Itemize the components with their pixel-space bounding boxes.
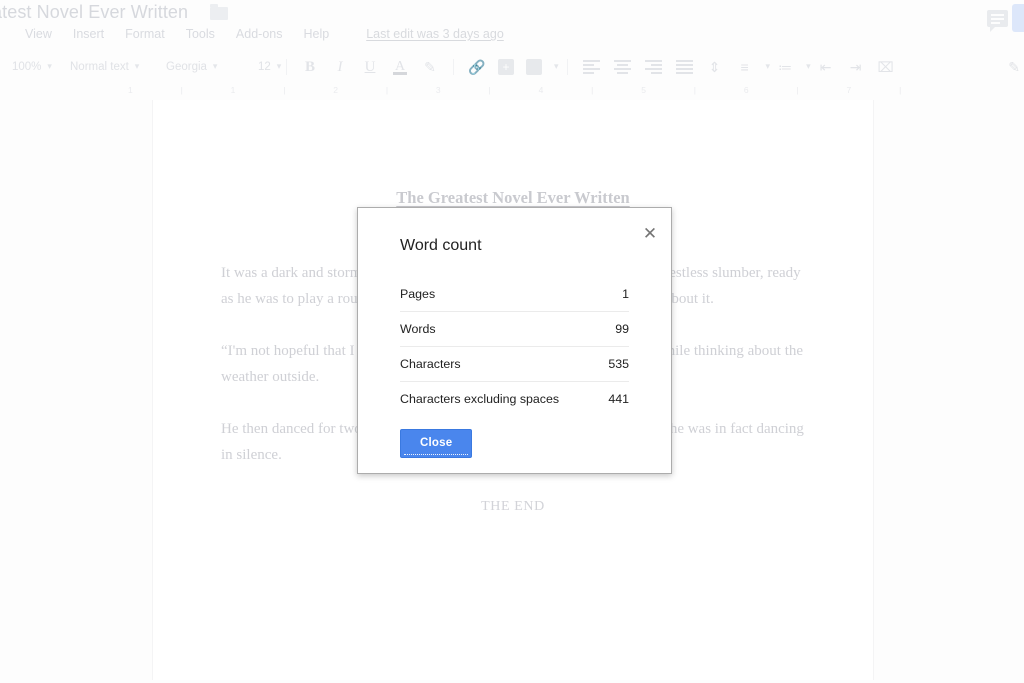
dialog-title: Word count: [400, 237, 482, 254]
close-icon[interactable]: ✕: [640, 224, 660, 244]
close-button[interactable]: Close: [400, 429, 473, 458]
menu-item-help[interactable]: Help: [301, 27, 331, 41]
increase-indent-icon[interactable]: ⇥: [847, 58, 865, 76]
ruler-mark: 5: [641, 85, 649, 95]
toolbar: 100% ▾ Normal text ▾ Georgia ▾ 12 ▾ B I U A …: [0, 53, 1024, 81]
menu-item-addons[interactable]: Add-ons: [234, 27, 285, 41]
document-end-text: THE END: [481, 499, 545, 514]
title-bar: atest Novel Ever Written View Insert For…: [0, 0, 1024, 48]
insert-image-icon[interactable]: [526, 59, 542, 75]
line-spacing-icon[interactable]: ⇕: [706, 58, 724, 76]
menu-item-insert[interactable]: Insert: [71, 27, 106, 41]
row-value-pages: 1: [622, 287, 629, 301]
table-row: Characters 535: [400, 346, 629, 382]
share-button[interactable]: [1012, 4, 1024, 32]
table-row: Pages 1: [400, 277, 629, 312]
numbered-list-icon[interactable]: ≡: [736, 58, 754, 76]
row-label-pages: Pages: [400, 287, 436, 301]
ruler-mark: 1: [230, 85, 238, 95]
last-edit-link[interactable]: Last edit was 3 days ago: [366, 27, 504, 41]
link-icon[interactable]: 🔗: [468, 58, 486, 76]
align-right-icon[interactable]: [644, 57, 662, 76]
align-center-icon[interactable]: [613, 57, 631, 76]
align-justify-icon[interactable]: [675, 57, 693, 76]
underline-icon[interactable]: U: [361, 58, 379, 76]
bold-icon[interactable]: B: [301, 58, 319, 76]
font-size-value: 12: [258, 61, 271, 73]
font-family-selector[interactable]: Georgia ▾: [166, 61, 232, 73]
ruler-mark: |: [283, 85, 289, 95]
comment-bubble-icon[interactable]: [987, 10, 1008, 32]
decrease-indent-icon[interactable]: ⇤: [817, 58, 835, 76]
chevron-down-icon[interactable]: ▾: [806, 61, 811, 72]
toolbar-divider: [453, 59, 454, 75]
font-size-selector[interactable]: 12 ▾: [258, 61, 281, 73]
ruler-mark: 3: [435, 85, 444, 95]
word-count-table: Pages 1 Words 99 Characters 535 Characte…: [400, 277, 629, 416]
word-count-dialog: ✕ Word count Pages 1 Words 99 Characters…: [357, 207, 672, 474]
folder-icon[interactable]: [210, 4, 228, 20]
ruler-mark: |: [591, 85, 596, 95]
row-label-characters-excluding-spaces: Characters excluding spaces: [400, 381, 603, 416]
ruler-mark: |: [488, 85, 494, 95]
text-color-icon[interactable]: A: [391, 58, 409, 76]
ruler-mark: 2: [333, 85, 341, 95]
clear-formatting-icon[interactable]: ⌧: [877, 58, 895, 76]
chevron-down-icon: ▾: [276, 61, 282, 71]
ruler-mark: |: [180, 85, 186, 95]
paragraph-style-value: Normal text: [70, 61, 129, 73]
row-value-characters-excluding-spaces: 441: [602, 381, 629, 416]
table-row: Characters excluding spaces 441: [400, 381, 629, 416]
pencil-icon[interactable]: ✎: [1008, 59, 1020, 76]
chevron-down-icon[interactable]: ▾: [766, 61, 771, 72]
add-comment-icon[interactable]: [498, 59, 514, 75]
ruler-marks: 1 | 1 | 2 | 3 | 4 | 5 | 6 | 7 |: [128, 85, 904, 95]
toolbar-divider: [566, 59, 568, 75]
bulleted-list-icon[interactable]: ≔: [776, 58, 794, 76]
menu-item-tools[interactable]: Tools: [184, 27, 217, 41]
row-value-words: 99: [602, 311, 629, 347]
row-label-characters: Characters: [400, 346, 603, 382]
menu-bar: View Insert Format Tools Add-ons Help La…: [0, 27, 504, 41]
ruler-mark: |: [385, 85, 391, 95]
italic-icon[interactable]: I: [331, 58, 349, 76]
ruler-mark: |: [693, 85, 699, 95]
ruler-mark: |: [796, 85, 802, 95]
document-heading: The Greatest Novel Ever Written: [396, 188, 630, 207]
ruler-mark: |: [899, 85, 904, 95]
row-label-words: Words: [400, 311, 603, 347]
align-left-icon[interactable]: [582, 57, 600, 76]
toolbar-divider: [286, 59, 287, 75]
chevron-down-icon: ▾: [212, 61, 218, 71]
menu-item-format[interactable]: Format: [123, 27, 167, 41]
zoom-value: 100%: [12, 61, 42, 73]
ruler-mark: 4: [538, 85, 546, 95]
zoom-selector[interactable]: 100% ▾: [12, 61, 52, 73]
dialog-actions: Close: [400, 429, 671, 458]
ruler-mark: 6: [743, 85, 752, 95]
ruler[interactable]: 1 | 1 | 2 | 3 | 4 | 5 | 6 | 7 |: [0, 83, 1024, 97]
table-row: Words 99: [400, 311, 629, 347]
menu-item-view[interactable]: View: [23, 27, 54, 41]
row-value-characters: 535: [602, 346, 629, 382]
paragraph-style-selector[interactable]: Normal text ▾: [70, 61, 140, 73]
highlighter-icon[interactable]: ✎: [421, 58, 439, 76]
chevron-down-icon: ▾: [134, 61, 140, 71]
font-family-value: Georgia: [166, 61, 207, 73]
chevron-down-icon: ▾: [47, 61, 52, 71]
ruler-mark: 7: [846, 85, 854, 95]
ruler-mark: 1: [128, 85, 136, 95]
document-title[interactable]: atest Novel Ever Written: [0, 2, 188, 23]
chevron-down-icon[interactable]: ▾: [554, 61, 559, 72]
